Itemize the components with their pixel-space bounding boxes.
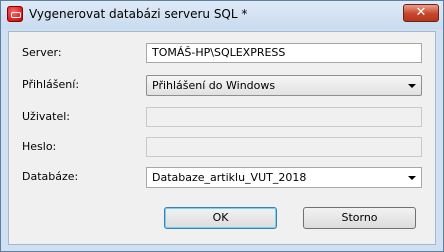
login-dropdown[interactable]: Přihlášení do Windows [146, 75, 422, 96]
dialog-window: Vygenerovat databázi serveru SQL * ✕ Ser… [0, 0, 444, 252]
cancel-button[interactable]: Storno [303, 207, 416, 229]
login-dropdown-value: Přihlášení do Windows [152, 79, 276, 92]
user-input[interactable] [146, 107, 422, 127]
login-label: Přihlášení: [22, 78, 80, 91]
database-dropdown[interactable]: Databaze_artiklu_VUT_2018 [146, 167, 422, 188]
database-dropdown-value: Databaze_artiklu_VUT_2018 [152, 171, 307, 184]
title-bar[interactable]: Vygenerovat databázi serveru SQL * ✕ [1, 1, 443, 29]
chevron-down-icon [408, 84, 416, 88]
chevron-down-icon [408, 176, 416, 180]
server-label: Server: [22, 46, 62, 59]
password-input[interactable] [146, 137, 422, 157]
user-label: Uživatel: [22, 110, 70, 123]
window-title: Vygenerovat databázi serveru SQL * [29, 7, 248, 21]
server-input[interactable]: TOMÁŠ-HP\SQLEXPRESS [146, 43, 422, 63]
close-button[interactable]: ✕ [403, 4, 439, 22]
database-label: Databáze: [22, 170, 79, 183]
database-app-icon [7, 6, 23, 22]
dialog-body: Server: TOMÁŠ-HP\SQLEXPRESS Přihlášení: … [8, 31, 436, 245]
password-label: Heslo: [22, 140, 57, 153]
ok-button[interactable]: OK [164, 207, 277, 229]
